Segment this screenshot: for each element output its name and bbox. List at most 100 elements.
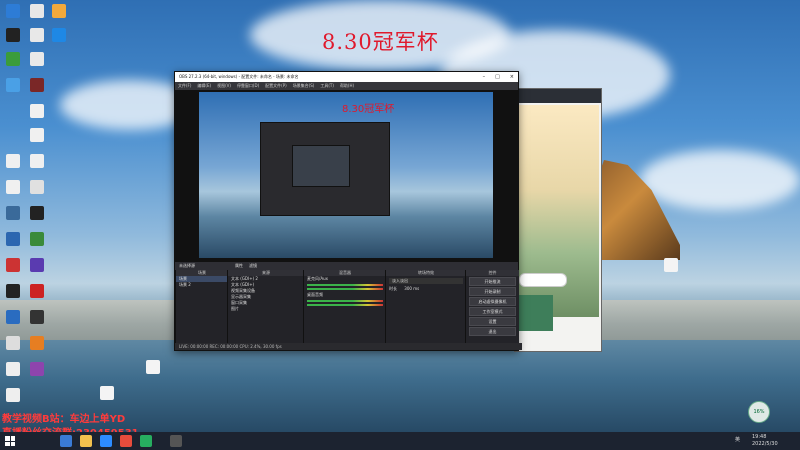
audio-meter — [307, 300, 383, 302]
duration-row: 时长 300 ms — [386, 286, 466, 292]
desktop-icon-9[interactable] — [6, 78, 20, 92]
desktop-icon-10[interactable] — [30, 78, 44, 92]
obs-docks: 未选择源 属性 滤镜 场景 场景 场景 2 来源 文本 (GDI+) 2 文本 … — [175, 262, 519, 350]
desktop-icon-32[interactable] — [100, 386, 114, 400]
volume-slider[interactable] — [307, 288, 383, 290]
desktop-icon-28[interactable] — [30, 336, 44, 350]
browser-titlebar[interactable] — [515, 89, 601, 103]
preview-stream-title: 8.30冠军杯 — [342, 104, 395, 115]
menu-view[interactable]: 视图(V) — [217, 83, 231, 89]
transition-select[interactable]: 淡入淡出 — [389, 278, 463, 284]
desktop-icon-22[interactable] — [30, 258, 44, 272]
menu-file[interactable]: 文件(F) — [178, 83, 191, 89]
browser-search-input[interactable] — [519, 273, 567, 287]
desktop-icon-15[interactable] — [6, 180, 20, 194]
taskbar: 英 19:48 2022/5/30 — [0, 432, 800, 450]
transitions-title: 转场特效 — [386, 270, 466, 276]
desktop-icon-23[interactable] — [6, 284, 20, 298]
scenes-dock: 场景 场景 场景 2 — [175, 270, 228, 350]
menu-profile[interactable]: 配置文件(P) — [265, 83, 287, 89]
desktop-icon-19[interactable] — [6, 232, 20, 246]
source-item[interactable]: 图片 — [228, 306, 304, 312]
desktop-icon-26[interactable] — [30, 310, 44, 324]
desktop-icon-6[interactable] — [52, 28, 66, 42]
input-language[interactable]: 英 — [735, 436, 740, 443]
desktop-icon-3[interactable] — [52, 4, 66, 18]
close-icon[interactable]: × — [510, 74, 514, 80]
controls-dock: 控件 开始推流 开始录制 启动虚拟摄像机 工作室模式 设置 退出 — [465, 270, 519, 350]
minimize-icon[interactable]: – — [483, 74, 486, 80]
desktop-icon-30[interactable] — [30, 362, 44, 376]
menu-docks[interactable]: 停靠窗口(D) — [237, 83, 259, 89]
obs-statusbar: LIVE: 00:00:00 REC: 00:00:00 CPU: 2.4%, … — [175, 343, 522, 350]
settings-button[interactable]: 设置 — [469, 317, 516, 326]
menu-tools[interactable]: 工具(T) — [320, 83, 334, 89]
desktop-icon-4[interactable] — [6, 28, 20, 42]
start-recording-button[interactable]: 开始录制 — [469, 287, 516, 296]
clock-time[interactable]: 19:48 — [752, 434, 766, 440]
volume-slider[interactable] — [307, 304, 383, 306]
taskbar-app-icon[interactable] — [140, 435, 152, 447]
desktop-icon-13[interactable] — [6, 154, 20, 168]
stream-title-overlay: 8.30冠军杯 — [322, 30, 439, 54]
obs-titlebar[interactable]: OBS 27.2.3 (64-bit, windows) - 配置文件: 未命名… — [175, 72, 518, 82]
windows-start-icon[interactable] — [5, 436, 15, 446]
desktop-icon-1[interactable] — [6, 4, 20, 18]
nested-obs-preview — [260, 122, 390, 216]
desktop-icon-12[interactable] — [30, 128, 44, 142]
desktop-icon-11[interactable] — [30, 104, 44, 118]
mixer-channel-label: 桌面音频 — [307, 292, 323, 297]
properties-button[interactable]: 属性 — [235, 263, 243, 269]
desktop-icon-5[interactable] — [30, 28, 44, 42]
preview-canvas[interactable]: 8.30冠军杯 — [199, 92, 493, 258]
nested-obs-preview-2 — [292, 145, 350, 187]
browser-window[interactable] — [514, 88, 602, 352]
clock-date[interactable]: 2022/5/30 — [752, 441, 778, 447]
start-streaming-button[interactable]: 开始推流 — [469, 277, 516, 286]
desktop-icon-34[interactable] — [664, 258, 678, 272]
desktop-icon-29[interactable] — [6, 362, 20, 376]
menu-help[interactable]: 帮助(H) — [340, 83, 354, 89]
desktop-icon-20[interactable] — [30, 232, 44, 246]
studio-mode-button[interactable]: 工作室模式 — [469, 307, 516, 316]
obs-preview[interactable]: 8.30冠军杯 — [175, 90, 518, 262]
filters-button[interactable]: 滤镜 — [249, 263, 257, 269]
desktop-icon-7[interactable] — [6, 52, 20, 66]
browser-green-panel — [519, 295, 553, 331]
controls-title: 控件 — [466, 270, 519, 276]
desktop-icon-17[interactable] — [6, 206, 20, 220]
desktop-icon-33[interactable] — [146, 360, 160, 374]
desktop-icon-25[interactable] — [6, 310, 20, 324]
desktop: 8.30冠军杯 OBS 27.2.3 (64-bit, windows) - 配… — [0, 0, 800, 450]
menu-scene-collection[interactable]: 场景集合(S) — [293, 83, 315, 89]
desktop-icon-2[interactable] — [30, 4, 44, 18]
taskbar-app-folder-icon[interactable] — [80, 435, 92, 447]
maximize-icon[interactable]: □ — [495, 74, 500, 80]
desktop-icon-8[interactable] — [30, 52, 44, 66]
transitions-dock: 转场特效 淡入淡出 时长 300 ms — [385, 270, 466, 350]
desktop-icon-27[interactable] — [6, 336, 20, 350]
taskbar-app-icon[interactable] — [100, 435, 112, 447]
taskbar-obs-icon[interactable] — [170, 435, 182, 447]
no-source-selected: 未选择源 — [179, 263, 195, 268]
mixer-dock: 混音器 麦克风/Aux 桌面音频 — [303, 270, 386, 350]
mixer-channel-label: 麦克风/Aux — [307, 276, 328, 281]
taskbar-app-edge-icon[interactable] — [60, 435, 72, 447]
menu-edit[interactable]: 编辑(E) — [197, 83, 211, 89]
obs-window[interactable]: OBS 27.2.3 (64-bit, windows) - 配置文件: 未命名… — [174, 71, 522, 351]
obs-menubar: 文件(F) 编辑(E) 视图(V) 停靠窗口(D) 配置文件(P) 场景集合(S… — [175, 82, 518, 90]
duration-input[interactable]: 300 ms — [404, 286, 419, 291]
desktop-icon-31[interactable] — [6, 388, 20, 402]
desktop-icon-14[interactable] — [30, 154, 44, 168]
exit-button[interactable]: 退出 — [469, 327, 516, 336]
desktop-icon-16[interactable] — [30, 180, 44, 194]
desktop-icon-18[interactable] — [30, 206, 44, 220]
obs-window-title: OBS 27.2.3 (64-bit, windows) - 配置文件: 未命名… — [179, 74, 299, 79]
round-logo[interactable]: 16% — [748, 401, 770, 423]
scene-item[interactable]: 场景 2 — [176, 282, 228, 288]
desktop-icon-21[interactable] — [6, 258, 20, 272]
desktop-icon-24[interactable] — [30, 284, 44, 298]
watermark-bilibili: 教学视频B站：车边上单YD — [2, 414, 126, 425]
taskbar-app-icon[interactable] — [120, 435, 132, 447]
virtual-camera-button[interactable]: 启动虚拟摄像机 — [469, 297, 516, 306]
